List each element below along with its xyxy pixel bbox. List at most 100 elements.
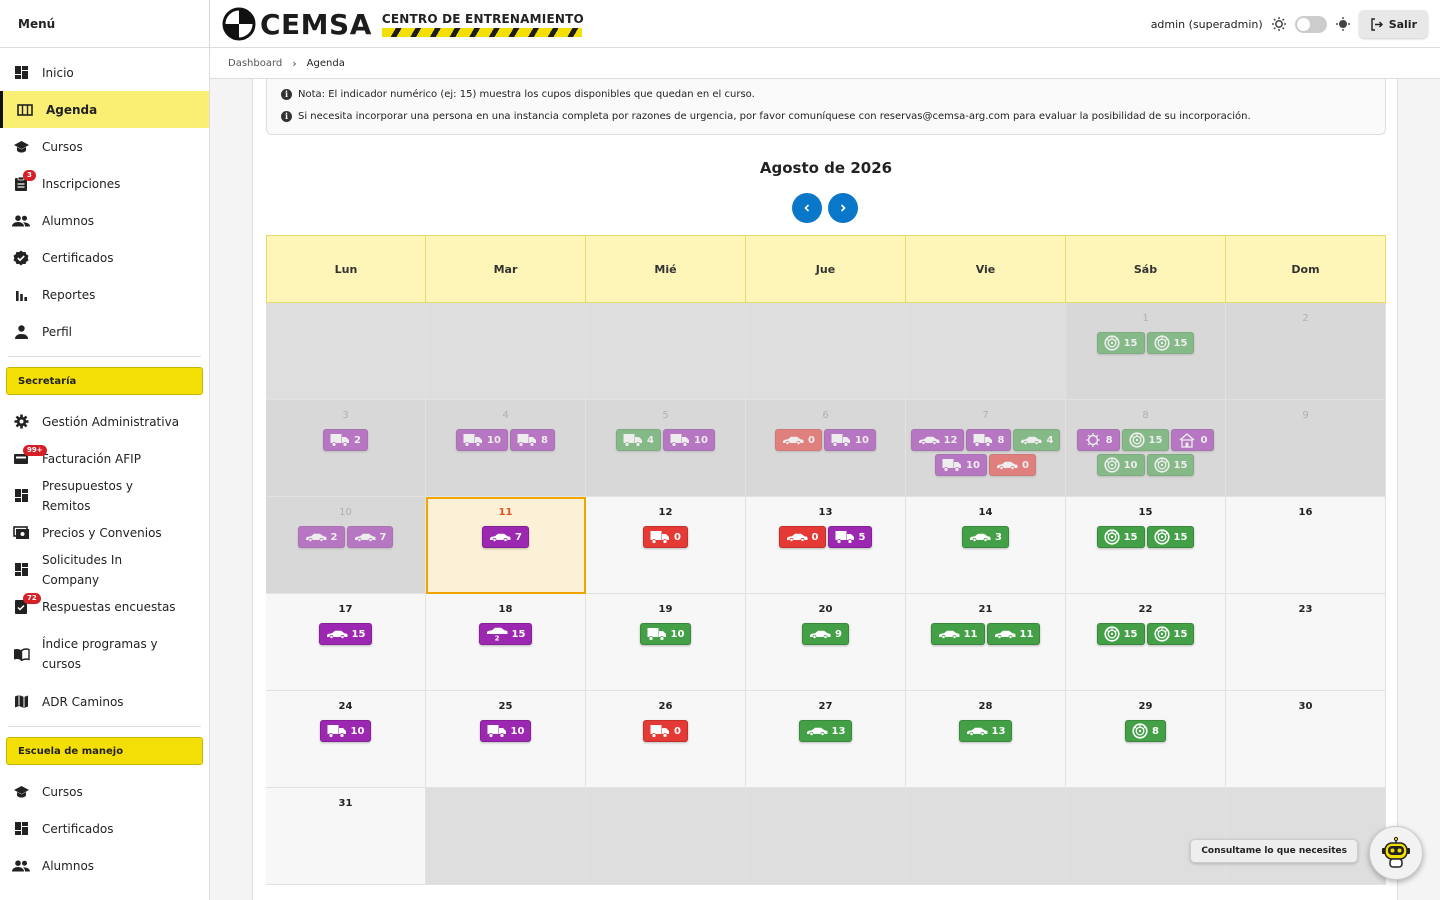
calendar-day-cell[interactable]: 13 0 5	[746, 497, 906, 594]
calendar-day-cell[interactable]: 14 3	[906, 497, 1066, 594]
course-event-truck[interactable]: 10	[319, 720, 372, 742]
course-event-truck[interactable]: 10	[456, 429, 508, 451]
course-event-truck[interactable]: 8	[509, 429, 555, 451]
calendar-day-cell[interactable]: 15 15 15	[1066, 497, 1226, 594]
sidebar-item-inscripciones[interactable]: 3 Inscripciones	[0, 165, 209, 202]
calendar-day-cell[interactable]: 7 12 8 4 10 0	[906, 400, 1066, 497]
course-event-truck[interactable]: 0	[643, 526, 688, 548]
course-event-tire[interactable]: 15	[1096, 332, 1145, 354]
calendar-day-cell[interactable]: 27 13	[746, 691, 906, 788]
course-event-truck[interactable]: 8	[966, 429, 1012, 451]
course-event-car[interactable]: 13	[958, 720, 1013, 742]
course-event-tire[interactable]: 15	[1096, 526, 1145, 548]
calendar-day-cell[interactable]: 25 10	[426, 691, 586, 788]
calendar-day-cell[interactable]: 2	[1226, 303, 1386, 400]
sidebar-item-gestión-administrativa[interactable]: Gestión Administrativa	[0, 403, 209, 440]
sidebar-item-certificados[interactable]: Certificados	[0, 239, 209, 276]
calendar-day-cell[interactable]: 9	[1226, 400, 1386, 497]
sidebar-item-solicitudes-in-company[interactable]: Solicitudes In Company	[0, 551, 209, 588]
course-event-car[interactable]: 0	[775, 429, 823, 451]
sidebar-item-inicio[interactable]: Inicio	[0, 54, 209, 91]
sidebar-item-índice-programas-y-cursos[interactable]: Índice programas y cursos	[0, 625, 209, 683]
calendar-day-cell[interactable]: 22 15 15	[1066, 594, 1226, 691]
course-event-car[interactable]: 12	[910, 429, 965, 451]
calendar-day-cell[interactable]: 29 8	[1066, 691, 1226, 788]
course-event-tire[interactable]: 15	[1096, 623, 1145, 645]
course-event-car[interactable]: 0	[988, 454, 1036, 476]
course-event-car[interactable]: 11	[930, 623, 985, 645]
course-event-tire[interactable]: 15	[1121, 429, 1170, 451]
course-event-car[interactable]: 3	[962, 526, 1009, 548]
course-event-tire[interactable]: 10	[1096, 454, 1145, 476]
sidebar-item-agenda[interactable]: Agenda	[0, 91, 209, 128]
calendar-day-cell[interactable]: 6 0 10	[746, 400, 906, 497]
course-event-car2[interactable]: 2 15	[478, 623, 533, 645]
calendar-day-cell[interactable]: 28 13	[906, 691, 1066, 788]
course-event-tire[interactable]: 15	[1146, 332, 1195, 354]
calendar-day-cell[interactable]: 1 15 15	[1066, 303, 1226, 400]
calendar-day-cell[interactable]: 17 15	[266, 594, 426, 691]
sidebar-item-cursos[interactable]: Cursos	[0, 128, 209, 165]
calendar-day-cell[interactable]: 8 8 15 0 10 15	[1066, 400, 1226, 497]
sidebar-item-perfil[interactable]: Perfil	[0, 313, 209, 350]
course-event-truck[interactable]: 10	[639, 623, 692, 645]
course-event-car[interactable]: 7	[482, 526, 529, 548]
calendar-day-cell[interactable]: 32	[266, 400, 426, 497]
course-event-tire[interactable]: 15	[1146, 623, 1195, 645]
course-event-truck[interactable]: 10	[935, 454, 987, 476]
course-event-truck[interactable]: 10	[479, 720, 532, 742]
course-event-car[interactable]: 4	[1013, 429, 1061, 451]
prev-month-button[interactable]	[792, 193, 822, 223]
course-event-virus[interactable]: 8	[1076, 429, 1120, 451]
theme-toggle[interactable]	[1294, 15, 1327, 33]
calendar-day-cell[interactable]: 23	[1226, 594, 1386, 691]
course-event-tire[interactable]: 15	[1146, 526, 1195, 548]
calendar-day-cell[interactable]: 12 0	[586, 497, 746, 594]
sidebar-item-adr-caminos[interactable]: ADR Caminos	[0, 683, 209, 720]
course-event-truck[interactable]: 10	[824, 429, 876, 451]
course-event-house[interactable]: 0	[1171, 429, 1215, 451]
course-event-car[interactable]: 15	[318, 623, 373, 645]
next-month-button[interactable]	[828, 193, 858, 223]
course-event-tire[interactable]: 15	[1146, 454, 1195, 476]
sidebar-item-presupuestos-y-remitos[interactable]: Presupuestos y Remitos	[0, 477, 209, 514]
sidebar-item-alumnos[interactable]: Alumnos	[0, 202, 209, 239]
sidebar-item-reportes[interactable]: Reportes	[0, 276, 209, 313]
course-event-car[interactable]: 7	[346, 526, 394, 548]
calendar-day-cell[interactable]: 16	[1226, 497, 1386, 594]
course-event-truck[interactable]: 10	[663, 429, 715, 451]
breadcrumb-dashboard[interactable]: Dashboard	[228, 58, 282, 69]
sidebar-item-cursos[interactable]: Cursos	[0, 773, 209, 810]
calendar-day-cell[interactable]: 24 10	[266, 691, 426, 788]
logout-button[interactable]: Salir	[1358, 10, 1428, 38]
course-event-car[interactable]: 11	[986, 623, 1041, 645]
calendar-day-cell[interactable]: 11 7	[426, 497, 586, 594]
calendar-day-cell[interactable]: 10 2 7	[266, 497, 426, 594]
sidebar-item-certificados[interactable]: Certificados	[0, 810, 209, 847]
chat-tooltip[interactable]: Consultame lo que necesites	[1190, 839, 1358, 863]
sidebar-item-alumnos[interactable]: Alumnos	[0, 847, 209, 884]
calendar-day-cell[interactable]: 30	[1226, 691, 1386, 788]
calendar-day-cell[interactable]: 19 10	[586, 594, 746, 691]
chat-bot-button[interactable]	[1369, 826, 1423, 880]
sidebar-item-facturación-afip[interactable]: 99+ Facturación AFIP	[0, 440, 209, 477]
course-event-car[interactable]: 0	[778, 526, 826, 548]
course-event-tire[interactable]: 8	[1125, 720, 1166, 742]
calendar-day-cell[interactable]: 26 0	[586, 691, 746, 788]
calendar-day-cell[interactable]: 5 4 10	[586, 400, 746, 497]
sidebar-item-respuestas-encuestas[interactable]: 72 Respuestas encuestas	[0, 588, 209, 625]
cemsa-logo[interactable]: CEMSA CENTRO DE ENTRENAMIENTO	[222, 6, 584, 42]
calendar-day-cell[interactable]: 31	[266, 788, 426, 885]
sidebar-item-precios-y-convenios[interactable]: Precios y Convenios	[0, 514, 209, 551]
course-event-car[interactable]: 13	[798, 720, 853, 742]
course-event-car[interactable]: 2	[297, 526, 345, 548]
course-event-truck[interactable]: 5	[827, 526, 873, 548]
course-event-truck[interactable]: 4	[616, 429, 662, 451]
calendar-day-cell[interactable]: 21 11 11	[906, 594, 1066, 691]
calendar-day-cell[interactable]: 20 9	[746, 594, 906, 691]
course-event-truck[interactable]: 2	[323, 429, 368, 451]
calendar-day-cell[interactable]: 4 10 8	[426, 400, 586, 497]
course-event-car[interactable]: 9	[802, 623, 849, 645]
calendar-day-cell[interactable]: 18 2 15	[426, 594, 586, 691]
course-event-truck[interactable]: 0	[643, 720, 688, 742]
